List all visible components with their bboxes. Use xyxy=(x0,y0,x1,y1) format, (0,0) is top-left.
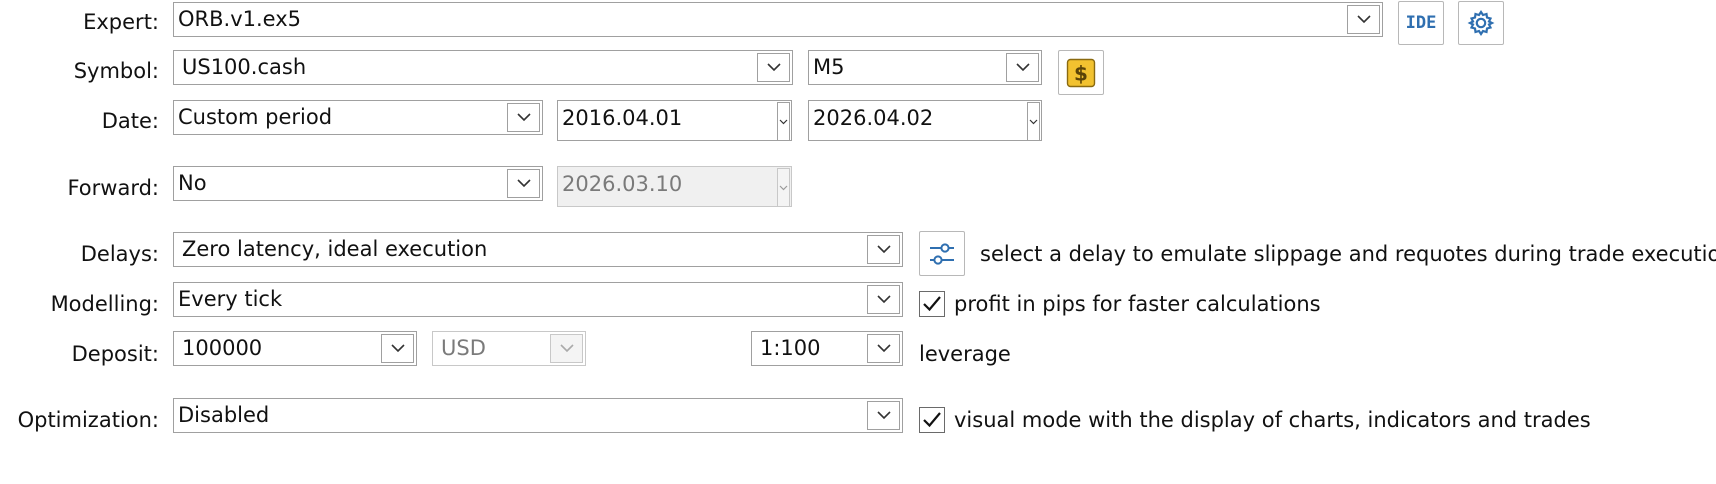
date-from-value: 2016.04.01 xyxy=(562,106,683,130)
checkmark-icon xyxy=(923,412,941,428)
deposit-value: 100000 xyxy=(182,336,263,360)
forward-dropdown-button[interactable] xyxy=(507,169,540,198)
delays-settings-button[interactable] xyxy=(919,231,965,276)
forward-date-dropdown-button[interactable] xyxy=(777,168,790,207)
timeframe-dropdown-button[interactable] xyxy=(1006,53,1039,82)
modelling-select[interactable]: Every tick xyxy=(173,282,903,317)
leverage-select[interactable]: 1:100 xyxy=(751,331,903,366)
forward-date-picker[interactable]: 2026.03.10 xyxy=(557,166,792,207)
leverage-value: 1:100 xyxy=(760,336,821,360)
expert-settings-button[interactable] xyxy=(1458,1,1504,45)
ide-button[interactable]: IDE xyxy=(1398,1,1444,45)
delays-dropdown-button[interactable] xyxy=(867,235,900,264)
chevron-down-icon xyxy=(1356,15,1371,24)
expert-label: Expert: xyxy=(83,10,159,34)
date-period-value: Custom period xyxy=(178,105,333,129)
chevron-down-icon xyxy=(1015,63,1030,72)
ide-icon: IDE xyxy=(1405,13,1437,33)
chevron-down-icon xyxy=(516,113,531,122)
sliders-icon xyxy=(930,242,954,265)
date-to-value: 2026.04.02 xyxy=(813,106,934,130)
date-from-picker[interactable]: 2016.04.01 xyxy=(557,100,792,141)
forward-value: No xyxy=(178,171,207,195)
symbol-properties-button[interactable]: $ xyxy=(1058,50,1104,95)
deposit-select[interactable]: 100000 xyxy=(173,331,417,366)
currency-dropdown-button[interactable] xyxy=(550,334,583,363)
modelling-label: Modelling: xyxy=(50,292,159,316)
visual-mode-checkbox[interactable] xyxy=(919,407,945,433)
optimization-label: Optimization: xyxy=(17,408,159,432)
symbol-dropdown-button[interactable] xyxy=(757,53,790,82)
optimization-dropdown-button[interactable] xyxy=(867,401,900,430)
optimization-select[interactable]: Disabled xyxy=(173,398,903,433)
delays-select[interactable]: Zero latency, ideal execution xyxy=(173,232,903,267)
symbol-label: Symbol: xyxy=(73,59,159,83)
chevron-down-icon xyxy=(559,344,574,353)
modelling-value: Every tick xyxy=(178,287,283,311)
expert-dropdown-button[interactable] xyxy=(1347,5,1380,34)
deposit-dropdown-button[interactable] xyxy=(381,334,414,363)
date-label: Date: xyxy=(101,109,159,133)
date-to-dropdown-button[interactable] xyxy=(1027,102,1040,141)
visual-mode-label: visual mode with the display of charts, … xyxy=(954,408,1591,432)
symbol-value: US100.cash xyxy=(182,55,307,79)
leverage-dropdown-button[interactable] xyxy=(867,334,900,363)
chevron-down-icon xyxy=(779,119,788,124)
optimization-value: Disabled xyxy=(178,403,270,427)
chevron-down-icon xyxy=(876,245,891,254)
expert-select[interactable]: ORB.v1.ex5 xyxy=(173,2,1383,37)
chevron-down-icon xyxy=(390,344,405,353)
currency-select[interactable]: USD xyxy=(432,331,586,366)
date-to-picker[interactable]: 2026.04.02 xyxy=(808,100,1042,141)
checkmark-icon xyxy=(923,296,941,312)
forward-select[interactable]: No xyxy=(173,166,543,201)
chevron-down-icon xyxy=(876,344,891,353)
chevron-down-icon xyxy=(779,185,788,190)
symbol-select[interactable]: US100.cash xyxy=(173,50,793,85)
date-period-dropdown-button[interactable] xyxy=(507,103,540,132)
profit-in-pips-label: profit in pips for faster calculations xyxy=(954,292,1321,316)
chevron-down-icon xyxy=(876,295,891,304)
chevron-down-icon xyxy=(766,63,781,72)
gear-icon xyxy=(1467,10,1495,36)
chevron-down-icon xyxy=(876,411,891,420)
deposit-label: Deposit: xyxy=(71,342,159,366)
timeframe-value: M5 xyxy=(813,55,845,79)
delays-note: select a delay to emulate slippage and r… xyxy=(980,242,1716,266)
date-from-dropdown-button[interactable] xyxy=(777,102,790,141)
timeframe-select[interactable]: M5 xyxy=(808,50,1042,85)
delays-value: Zero latency, ideal execution xyxy=(182,237,488,261)
leverage-label: leverage xyxy=(919,342,1011,366)
dollar-icon: $ xyxy=(1066,58,1096,87)
delays-label: Delays: xyxy=(80,242,159,266)
date-period-select[interactable]: Custom period xyxy=(173,100,543,135)
modelling-dropdown-button[interactable] xyxy=(867,285,900,314)
forward-date-value: 2026.03.10 xyxy=(562,172,683,196)
forward-label: Forward: xyxy=(67,176,159,200)
svg-text:$: $ xyxy=(1074,61,1088,85)
chevron-down-icon xyxy=(1029,119,1038,124)
currency-value: USD xyxy=(441,336,486,360)
profit-in-pips-checkbox[interactable] xyxy=(919,291,945,317)
expert-value: ORB.v1.ex5 xyxy=(178,7,302,31)
chevron-down-icon xyxy=(516,179,531,188)
